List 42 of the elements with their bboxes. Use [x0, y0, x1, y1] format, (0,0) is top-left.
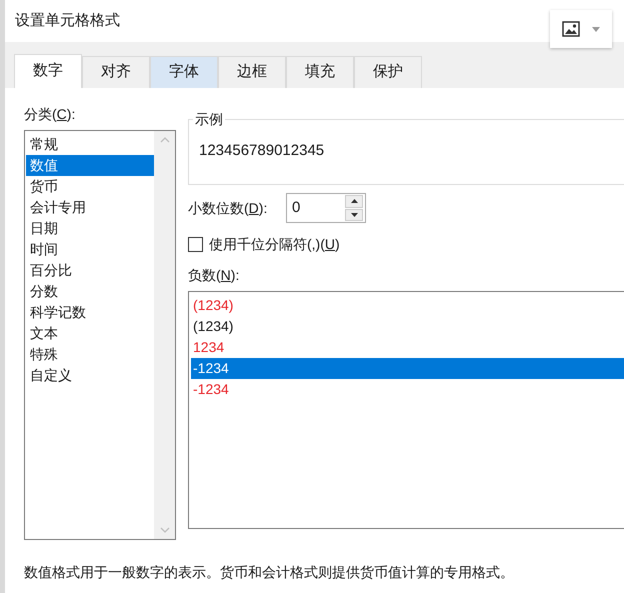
sample-value: 123456789012345 [199, 142, 324, 159]
category-item[interactable]: 货币 [26, 176, 154, 197]
category-label: 分类(C): [24, 105, 76, 124]
description-text: 数值格式用于一般数字的表示。货币和会计格式则提供货币值计算的专用格式。 [24, 563, 515, 582]
decimal-places-label: 小数位数(D): [188, 198, 268, 218]
category-item[interactable]: 文本 [26, 323, 154, 344]
negative-numbers-list[interactable]: (1234) (1234) 1234 -1234 -1234 [188, 291, 624, 529]
category-item[interactable]: 特殊 [26, 344, 154, 365]
negative-number-item[interactable]: (1234) [191, 316, 624, 337]
tab[interactable]: 填充 [286, 56, 354, 88]
image-icon [562, 21, 580, 37]
negative-number-item[interactable]: -1234 [191, 358, 624, 379]
checkbox[interactable] [188, 236, 203, 252]
negative-number-item[interactable]: 1234 [191, 337, 624, 358]
decimal-places-spinner[interactable]: 0 [286, 193, 366, 223]
category-item[interactable]: 会计专用 [26, 197, 154, 218]
category-item[interactable]: 常规 [26, 134, 154, 155]
category-item[interactable]: 时间 [26, 239, 154, 260]
tab[interactable]: 字体 [150, 56, 218, 88]
spin-down-button[interactable] [345, 208, 363, 221]
spin-up-button[interactable] [345, 195, 363, 208]
category-item[interactable]: 百分比 [26, 260, 154, 281]
down-arrow-icon [350, 212, 358, 217]
window-title: 设置单元格格式 [15, 10, 120, 31]
thousands-separator-label[interactable]: 使用千位分隔符(,)(U) [209, 234, 340, 254]
up-arrow-icon [350, 199, 358, 204]
tab[interactable]: 数字 [14, 54, 82, 88]
category-item[interactable]: 分数 [26, 281, 154, 302]
category-item[interactable]: 日期 [26, 218, 154, 239]
decimal-places-value: 0 [291, 198, 302, 218]
negative-number-item[interactable]: (1234) [191, 295, 624, 316]
category-item[interactable]: 自定义 [26, 365, 154, 386]
category-item[interactable]: 科学记数 [26, 302, 154, 323]
tab[interactable]: 保护 [354, 56, 422, 88]
tab[interactable]: 边框 [218, 56, 286, 88]
category-item[interactable]: 数值 [26, 155, 154, 176]
picture-dropdown-button[interactable] [550, 10, 612, 48]
category-list[interactable]: 常规 数值 货币 会计专用 日期 时间 百分比 分数 科学记数 文本 特殊 自定义 [24, 130, 176, 540]
negative-numbers-label: 负数(N): [188, 266, 240, 285]
caret-icon [592, 26, 600, 32]
negative-number-item[interactable]: -1234 [191, 379, 624, 400]
tab[interactable]: 对齐 [82, 56, 150, 88]
